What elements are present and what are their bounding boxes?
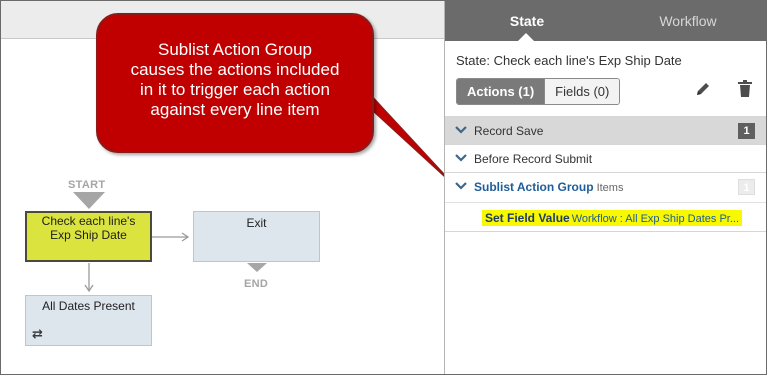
pencil-icon[interactable] <box>695 81 711 97</box>
workflow-canvas[interactable]: START END Check each line's Exp Ship Dat… <box>1 1 444 374</box>
tab-workflow[interactable]: Workflow <box>609 1 766 41</box>
trigger-row-before-record-submit[interactable]: Before Record Submit <box>445 144 766 172</box>
sublist-name: Items <box>596 182 624 194</box>
sublist-group-label: Sublist Action Group <box>474 180 594 194</box>
end-marker <box>247 263 267 272</box>
action-count-badge: 1 <box>738 179 755 195</box>
active-tab-indicator <box>517 33 535 42</box>
state-node-check-ship-date[interactable]: Check each line's Exp Ship Date <box>25 211 152 262</box>
node-title: Exit <box>246 216 267 230</box>
callout-line: in it to trigger each action <box>140 80 330 99</box>
callout-pointer <box>368 92 444 177</box>
screenshot-frame: START END Check each line's Exp Ship Dat… <box>0 0 767 375</box>
callout-line: causes the actions included <box>130 60 340 79</box>
state-title: State: Check each line's Exp Ship Date <box>456 53 682 68</box>
node-title-line2: Exp Ship Date <box>50 228 127 242</box>
trigger-label: Sublist Action Group Items <box>474 180 623 194</box>
properties-panel: State Workflow State: Check each line's … <box>444 1 766 374</box>
panel-tabs: State Workflow <box>445 1 766 42</box>
state-node-exit[interactable]: Exit <box>193 211 320 262</box>
action-list-item: Set Field Value Workflow : All Exp Ship D… <box>445 202 766 232</box>
state-node-all-dates-present[interactable]: All Dates Present ⇄ <box>25 295 152 346</box>
repeat-icon: ⇄ <box>32 327 43 342</box>
action-count-badge: 1 <box>738 123 755 139</box>
set-field-value-action[interactable]: Set Field Value Workflow : All Exp Ship D… <box>482 210 743 226</box>
trash-icon[interactable] <box>738 80 752 97</box>
subtab-actions[interactable]: Actions (1) <box>457 79 545 104</box>
end-label: END <box>244 278 269 290</box>
trigger-label: Before Record Submit <box>474 152 593 166</box>
trigger-row-record-save[interactable]: Record Save 1 <box>445 116 766 144</box>
chevron-down-icon <box>455 126 467 134</box>
action-name: Set Field Value <box>485 211 570 225</box>
subtab-group: Actions (1) Fields (0) <box>456 78 621 105</box>
chevron-down-icon <box>455 154 467 162</box>
chevron-down-icon <box>455 182 467 190</box>
start-marker <box>73 192 105 209</box>
annotation-callout: Sublist Action Group causes the actions … <box>96 13 374 153</box>
node-title: All Dates Present <box>42 299 135 313</box>
subtab-fields[interactable]: Fields (0) <box>544 79 620 104</box>
action-description: Workflow : All Exp Ship Dates Pr... <box>571 213 740 225</box>
start-label: START <box>68 179 106 191</box>
callout-line: against every line item <box>150 100 320 119</box>
trigger-label: Record Save <box>474 124 544 138</box>
callout-line: Sublist Action Group <box>157 40 313 59</box>
node-title-line1: Check each line's <box>41 214 136 228</box>
trigger-row-sublist-action-group[interactable]: Sublist Action Group Items 1 <box>445 172 766 200</box>
